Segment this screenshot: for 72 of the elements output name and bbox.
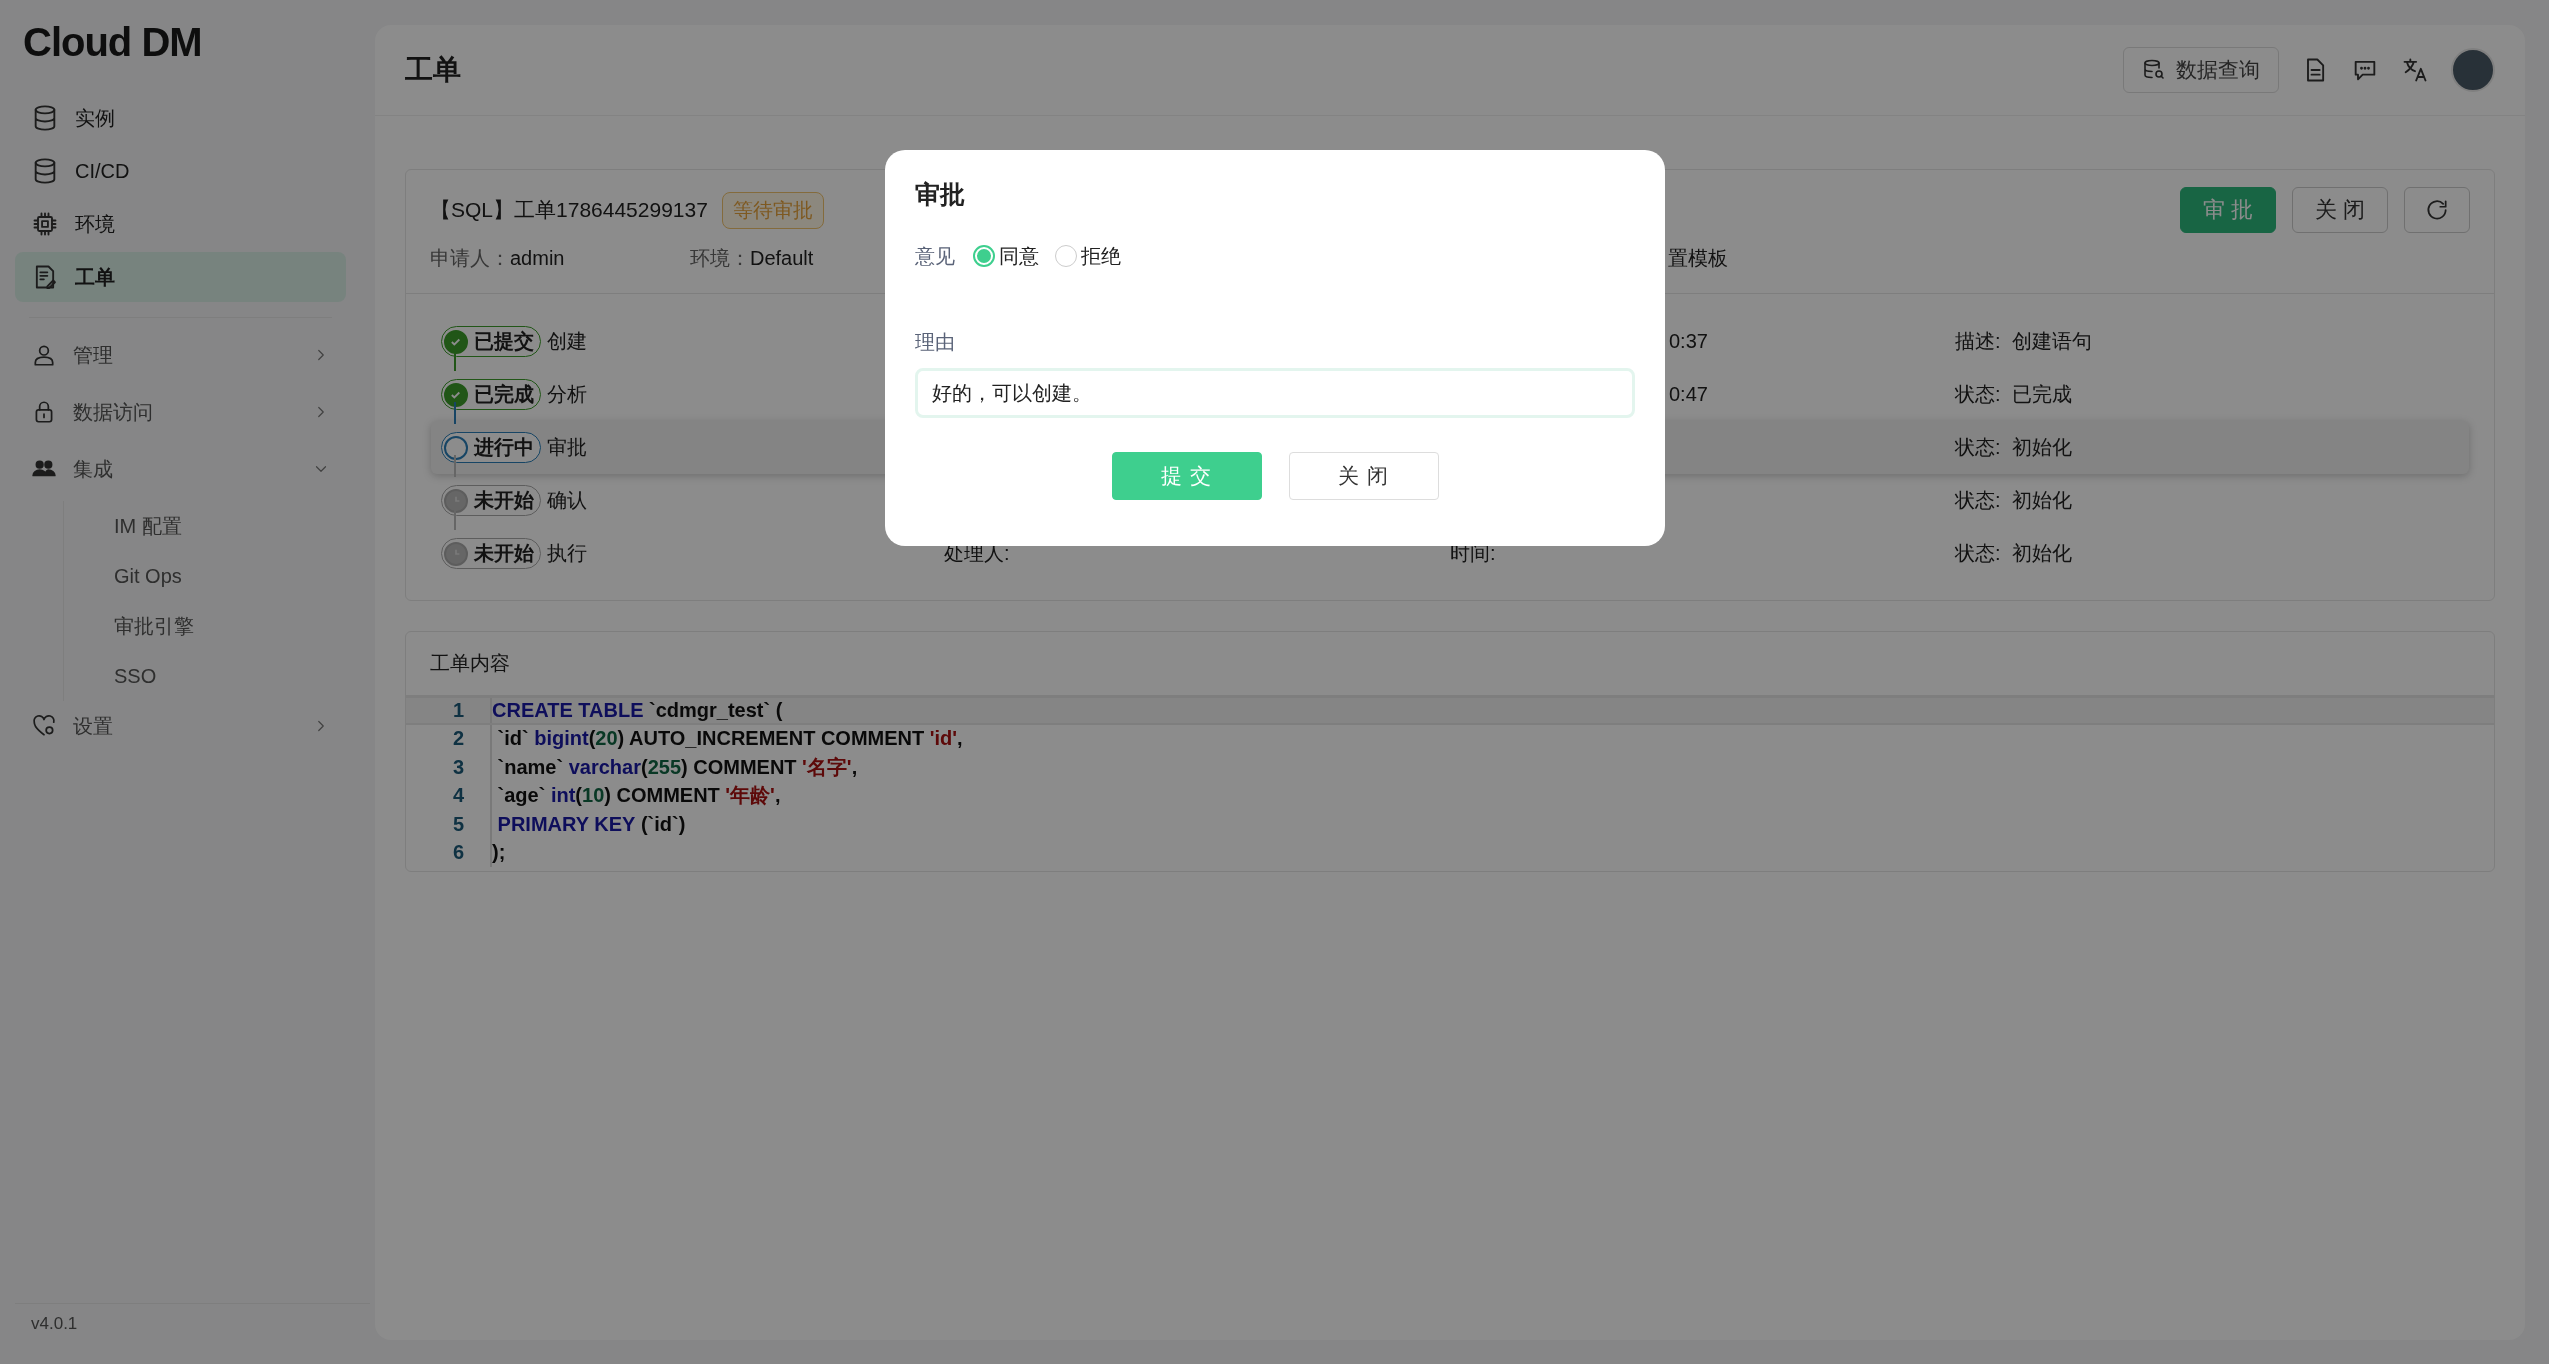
radio-option[interactable]: 同意: [973, 242, 1039, 270]
meta-field: 置模板: [1668, 244, 1728, 272]
sidebar-group[interactable]: 集成: [15, 444, 346, 494]
step-info: 状态: 已完成: [1955, 383, 2072, 405]
step-info: 状态: 初始化: [1955, 542, 2072, 564]
radio-option[interactable]: 拒绝: [1055, 242, 1121, 270]
close-button[interactable]: 关 闭: [1288, 452, 1439, 500]
step-name: 分析: [547, 382, 587, 407]
code-line: );: [490, 838, 506, 867]
chip-icon: [31, 210, 59, 238]
sidebar-item[interactable]: 工单: [15, 252, 346, 302]
line-number: 1: [451, 698, 465, 722]
version-label: v4.0.1: [31, 1314, 78, 1334]
step-info: 状态: 初始化: [1955, 436, 2072, 458]
code-line: CREATE TABLE `cdmgr_test` (: [490, 698, 783, 723]
status-tag: 等待审批: [721, 191, 824, 229]
reason-input[interactable]: 好的，可以创建。: [915, 368, 1635, 418]
connector-line: [454, 508, 456, 530]
step-status-badge: 未开始: [441, 485, 541, 516]
clock-icon: [444, 488, 468, 513]
step-time: 0:37: [1668, 330, 1708, 352]
connector-line: [454, 402, 456, 424]
app-logo: Cloud DM: [22, 20, 202, 66]
avatar[interactable]: [2451, 48, 2495, 92]
line-number: 2: [451, 727, 465, 751]
code-line: `name` varchar(255) COMMENT '名字',: [490, 753, 858, 782]
code-line: `age` int(10) COMMENT '年龄',: [490, 781, 781, 810]
database-search-icon: [2142, 58, 2166, 82]
sidebar-subitem[interactable]: IM 配置: [114, 501, 182, 551]
sidebar-group[interactable]: 数据访问: [15, 387, 346, 437]
sidebar-item[interactable]: CI/CD: [15, 146, 346, 196]
check-circle-icon: [444, 382, 468, 407]
step-status-badge: 进行中: [441, 432, 541, 463]
step-info: 状态: 初始化: [1955, 489, 2072, 511]
sidebar-subitem[interactable]: SSO: [114, 651, 157, 701]
ticket-title: 【SQL】工单1786445299137: [430, 197, 708, 223]
page-title: 工单: [405, 53, 461, 87]
step-name: 执行: [547, 541, 587, 566]
meta-field: 环境：Default: [690, 246, 814, 269]
connector-line: [454, 455, 456, 477]
line-number: 5: [451, 812, 465, 836]
dialog-title: 审批: [915, 179, 965, 210]
translate-icon[interactable]: [2401, 56, 2429, 84]
step-name: 确认: [547, 488, 587, 513]
step-time: 0:47: [1668, 383, 1708, 405]
refresh-button[interactable]: [2404, 187, 2470, 233]
line-number: 4: [451, 784, 465, 808]
step-status-badge: 已提交: [441, 326, 541, 357]
line-number: 6: [451, 841, 465, 865]
sidebar-item[interactable]: 环境: [15, 199, 346, 249]
clock-icon: [444, 541, 468, 566]
step-status-badge: 未开始: [441, 538, 541, 569]
line-number: 3: [451, 755, 465, 779]
sidebar-subitem[interactable]: Git Ops: [114, 551, 182, 601]
code-line: PRIMARY KEY (`id`): [490, 810, 686, 839]
step-name: 审批: [547, 435, 587, 460]
ring-icon: [444, 435, 468, 460]
step-info: 描述: 创建语句: [1955, 330, 2092, 352]
sidebar-subitem[interactable]: 审批引擎: [114, 601, 194, 651]
sidebar-group[interactable]: 管理: [15, 330, 346, 380]
meta-field: 申请人：admin: [430, 246, 565, 269]
section-title: 工单内容: [430, 652, 510, 674]
check-circle-icon: [444, 329, 468, 354]
data-query-button[interactable]: 数据查询: [2123, 47, 2279, 93]
step-name: 创建: [547, 329, 587, 354]
sidebar-group[interactable]: 设置: [15, 701, 346, 751]
code-line: `id` bigint(20) AUTO_INCREMENT COMMENT 'id',: [490, 724, 963, 753]
close-button[interactable]: 关 闭: [2291, 187, 2388, 233]
reason-label: 理由: [915, 330, 955, 355]
step-status-badge: 已完成: [441, 379, 541, 410]
sidebar-item[interactable]: 实例: [15, 93, 346, 143]
opinion-label: 意见: [915, 243, 955, 269]
